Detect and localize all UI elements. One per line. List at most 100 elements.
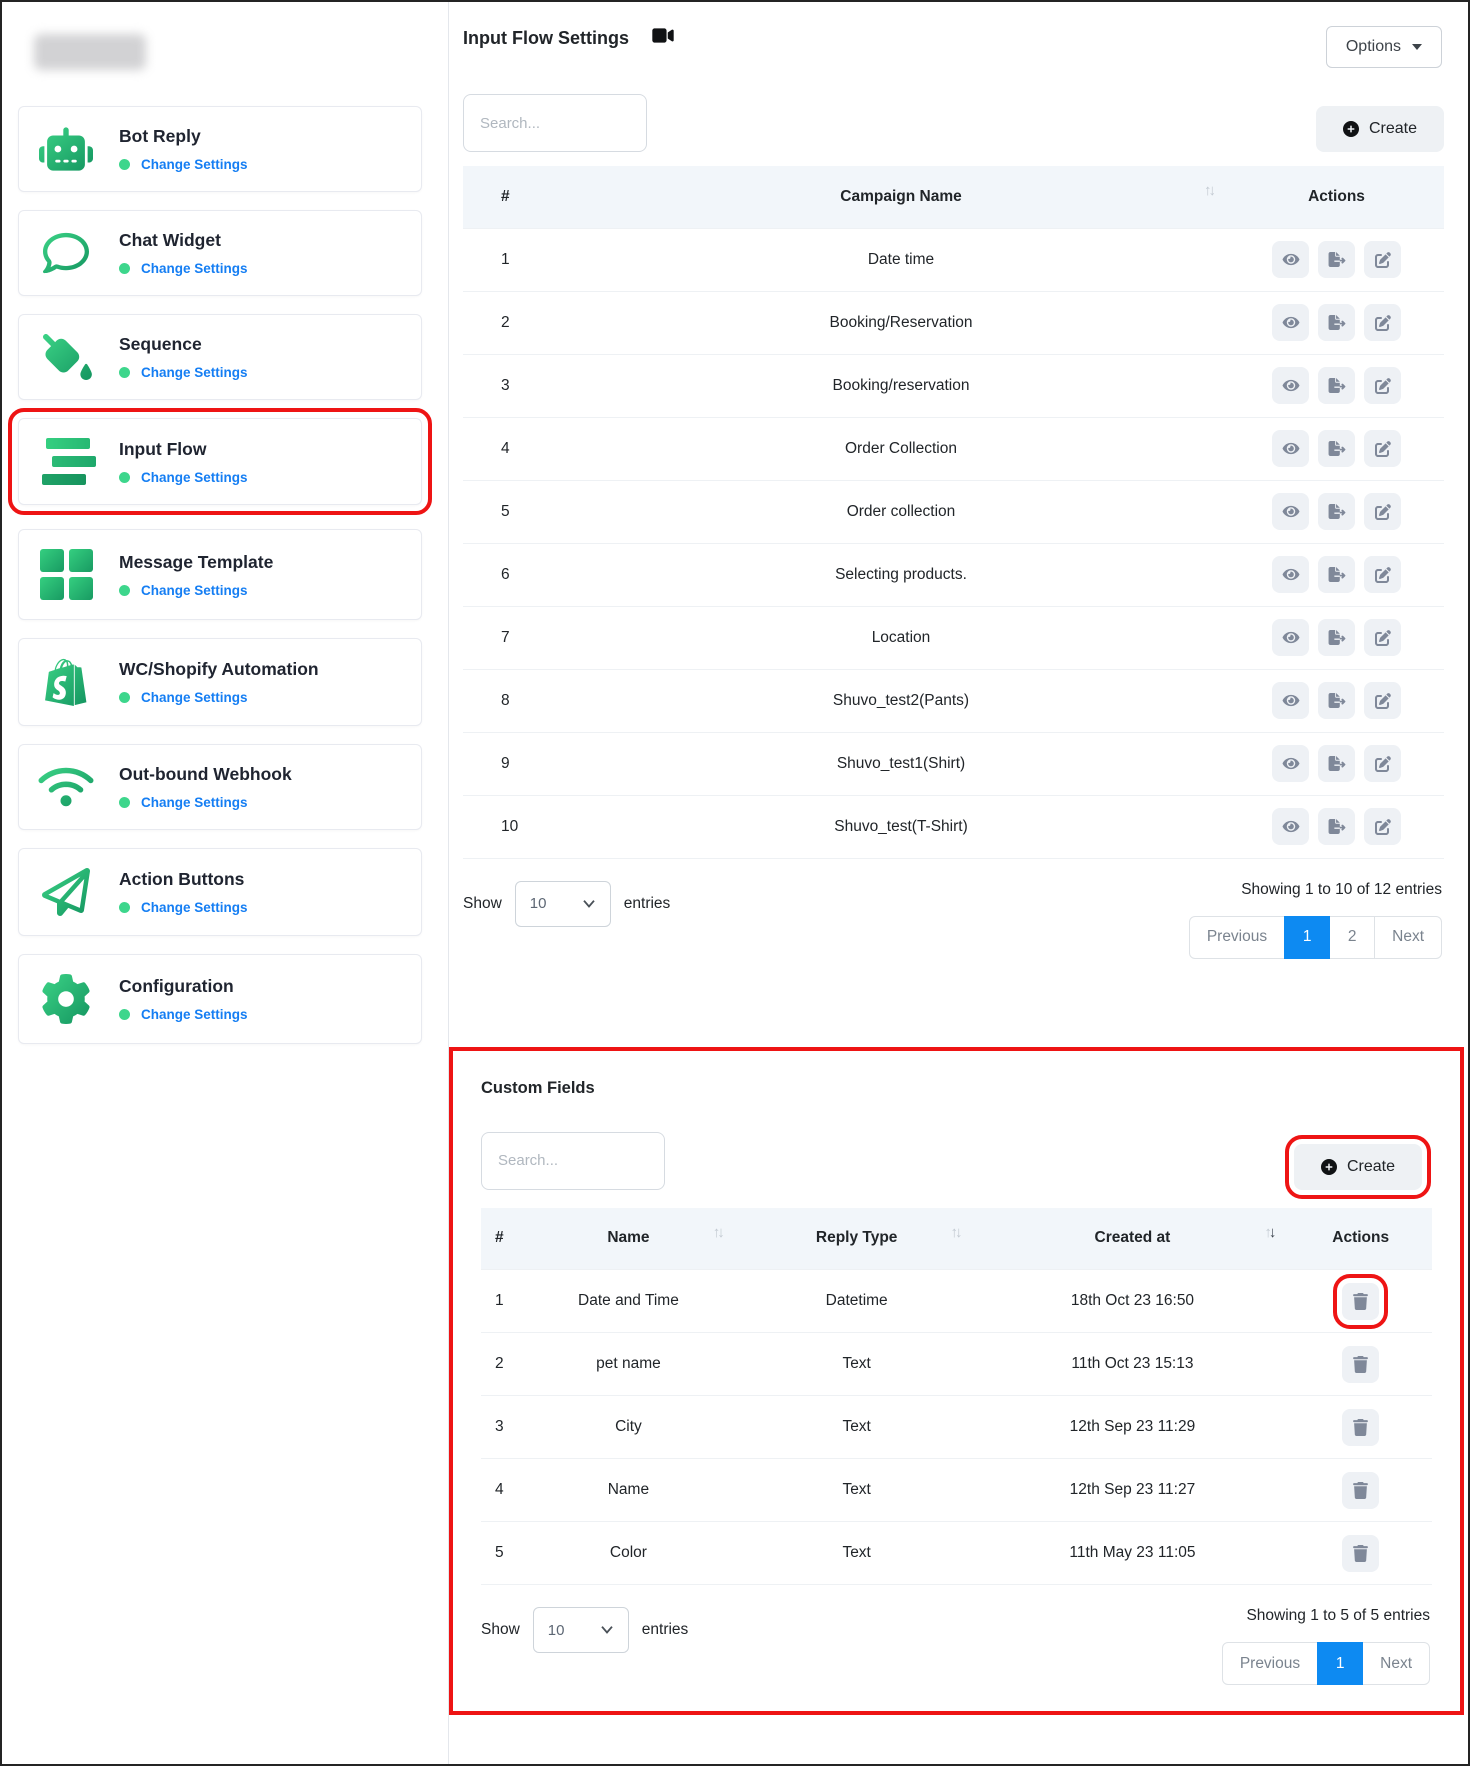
export-button[interactable] xyxy=(1318,619,1355,656)
export-button[interactable] xyxy=(1318,241,1355,278)
edit-button[interactable] xyxy=(1364,493,1401,530)
export-button[interactable] xyxy=(1318,493,1355,530)
previous-page-button[interactable]: Previous xyxy=(1222,1642,1318,1685)
column-header-created-at[interactable]: Created at↑↓ xyxy=(976,1208,1290,1270)
input-bars-icon xyxy=(37,438,95,485)
file-export-icon xyxy=(1328,441,1346,456)
column-header-reply-type[interactable]: Reply Type↑↓ xyxy=(738,1208,976,1270)
export-button[interactable] xyxy=(1318,304,1355,341)
delete-button[interactable] xyxy=(1342,1283,1379,1320)
export-button[interactable] xyxy=(1318,745,1355,782)
column-header-campaign-name[interactable]: Campaign Name↑↓ xyxy=(573,166,1229,228)
flows-search-input[interactable] xyxy=(463,94,647,152)
sidebar-item-sequence[interactable]: Sequence Change Settings xyxy=(18,314,422,400)
view-button[interactable] xyxy=(1272,556,1309,593)
sidebar-item-input-flow[interactable]: Input Flow Change Settings xyxy=(18,418,422,505)
custom-fields-create-button[interactable]: Create xyxy=(1294,1144,1422,1190)
sort-icon-active-desc[interactable]: ↑↓ xyxy=(1264,1224,1273,1241)
edit-icon xyxy=(1375,378,1391,394)
view-button[interactable] xyxy=(1272,430,1309,467)
change-settings-link[interactable]: Change Settings xyxy=(141,900,248,915)
view-button[interactable] xyxy=(1272,493,1309,530)
next-page-button[interactable]: Next xyxy=(1362,1642,1430,1685)
view-button[interactable] xyxy=(1272,808,1309,845)
edit-button[interactable] xyxy=(1364,556,1401,593)
previous-page-button[interactable]: Previous xyxy=(1189,916,1285,959)
fill-drip-icon xyxy=(37,334,95,380)
export-button[interactable] xyxy=(1318,808,1355,845)
entries-label: entries xyxy=(642,1621,689,1639)
sidebar-item-action-buttons[interactable]: Action Buttons Change Settings xyxy=(18,848,422,936)
view-button[interactable] xyxy=(1272,241,1309,278)
next-page-button[interactable]: Next xyxy=(1374,916,1442,959)
page-title: Input Flow Settings xyxy=(463,26,675,50)
sidebar-item-label: Message Template xyxy=(119,552,273,573)
custom-fields-search-input[interactable] xyxy=(481,1132,665,1190)
status-dot xyxy=(119,692,130,703)
page-button-2[interactable]: 2 xyxy=(1329,916,1375,959)
edit-button[interactable] xyxy=(1364,304,1401,341)
export-button[interactable] xyxy=(1318,430,1355,467)
sort-icon[interactable]: ↑↓ xyxy=(951,1224,960,1241)
sidebar-item-configuration[interactable]: Configuration Change Settings xyxy=(18,954,422,1044)
change-settings-link[interactable]: Change Settings xyxy=(141,470,248,485)
sidebar-item-shopify-automation[interactable]: WC/Shopify Automation Change Settings xyxy=(18,638,422,726)
table-row: 3Booking/reservation xyxy=(463,354,1444,417)
export-button[interactable] xyxy=(1318,367,1355,404)
delete-button[interactable] xyxy=(1342,1535,1379,1572)
edit-button[interactable] xyxy=(1364,619,1401,656)
view-button[interactable] xyxy=(1272,367,1309,404)
page-size-select[interactable]: 10 xyxy=(515,881,611,927)
sort-icon[interactable]: ↑↓ xyxy=(1204,182,1213,199)
export-button[interactable] xyxy=(1318,556,1355,593)
sort-icon[interactable]: ↑↓ xyxy=(713,1224,722,1241)
video-camera-icon[interactable] xyxy=(651,26,675,50)
view-button[interactable] xyxy=(1272,619,1309,656)
entries-label: entries xyxy=(624,895,671,913)
custom-fields-table: # Name↑↓ Reply Type↑↓ Created at↑↓ Actio… xyxy=(481,1208,1432,1586)
sidebar-item-outbound-webhook[interactable]: Out-bound Webhook Change Settings xyxy=(18,744,422,830)
column-header-name[interactable]: Name↑↓ xyxy=(519,1208,738,1270)
flows-create-button[interactable]: Create xyxy=(1316,106,1444,152)
edit-button[interactable] xyxy=(1364,745,1401,782)
change-settings-link[interactable]: Change Settings xyxy=(141,261,248,276)
status-dot xyxy=(119,585,130,596)
edit-button[interactable] xyxy=(1364,682,1401,719)
change-settings-link[interactable]: Change Settings xyxy=(141,1007,248,1022)
delete-button[interactable] xyxy=(1342,1409,1379,1446)
sidebar-item-chat-widget[interactable]: Chat Widget Change Settings xyxy=(18,210,422,296)
page-button-1[interactable]: 1 xyxy=(1317,1642,1363,1685)
change-settings-link[interactable]: Change Settings xyxy=(141,365,248,380)
edit-button[interactable] xyxy=(1364,367,1401,404)
delete-button[interactable] xyxy=(1342,1472,1379,1509)
table-row: 3 City Text 12th Sep 23 11:29 xyxy=(481,1396,1432,1459)
eye-icon xyxy=(1282,504,1300,519)
trash-icon xyxy=(1353,1293,1368,1310)
page-button-1[interactable]: 1 xyxy=(1284,916,1330,959)
sidebar-item-bot-reply[interactable]: Bot Reply Change Settings xyxy=(18,106,422,192)
plus-circle-icon xyxy=(1343,121,1359,137)
sidebar-item-message-template[interactable]: Message Template Change Settings xyxy=(18,529,422,620)
page-size-select[interactable]: 10 xyxy=(533,1607,629,1653)
change-settings-link[interactable]: Change Settings xyxy=(141,583,248,598)
create-button-label: Create xyxy=(1347,1158,1395,1176)
pagination: Previous 1 Next xyxy=(1222,1642,1430,1685)
change-settings-link[interactable]: Change Settings xyxy=(141,157,248,172)
view-button[interactable] xyxy=(1272,682,1309,719)
sidebar-item-label: Sequence xyxy=(119,334,248,355)
app-logo xyxy=(34,34,146,70)
export-button[interactable] xyxy=(1318,682,1355,719)
table-row: 7Location xyxy=(463,606,1444,669)
view-button[interactable] xyxy=(1272,304,1309,341)
status-dot xyxy=(119,797,130,808)
change-settings-link[interactable]: Change Settings xyxy=(141,795,248,810)
section-title: Custom Fields xyxy=(481,1079,1432,1098)
delete-button[interactable] xyxy=(1342,1346,1379,1383)
view-button[interactable] xyxy=(1272,745,1309,782)
options-button[interactable]: Options xyxy=(1326,26,1442,68)
plus-circle-icon xyxy=(1321,1159,1337,1175)
change-settings-link[interactable]: Change Settings xyxy=(141,690,248,705)
edit-button[interactable] xyxy=(1364,808,1401,845)
edit-button[interactable] xyxy=(1364,241,1401,278)
edit-button[interactable] xyxy=(1364,430,1401,467)
